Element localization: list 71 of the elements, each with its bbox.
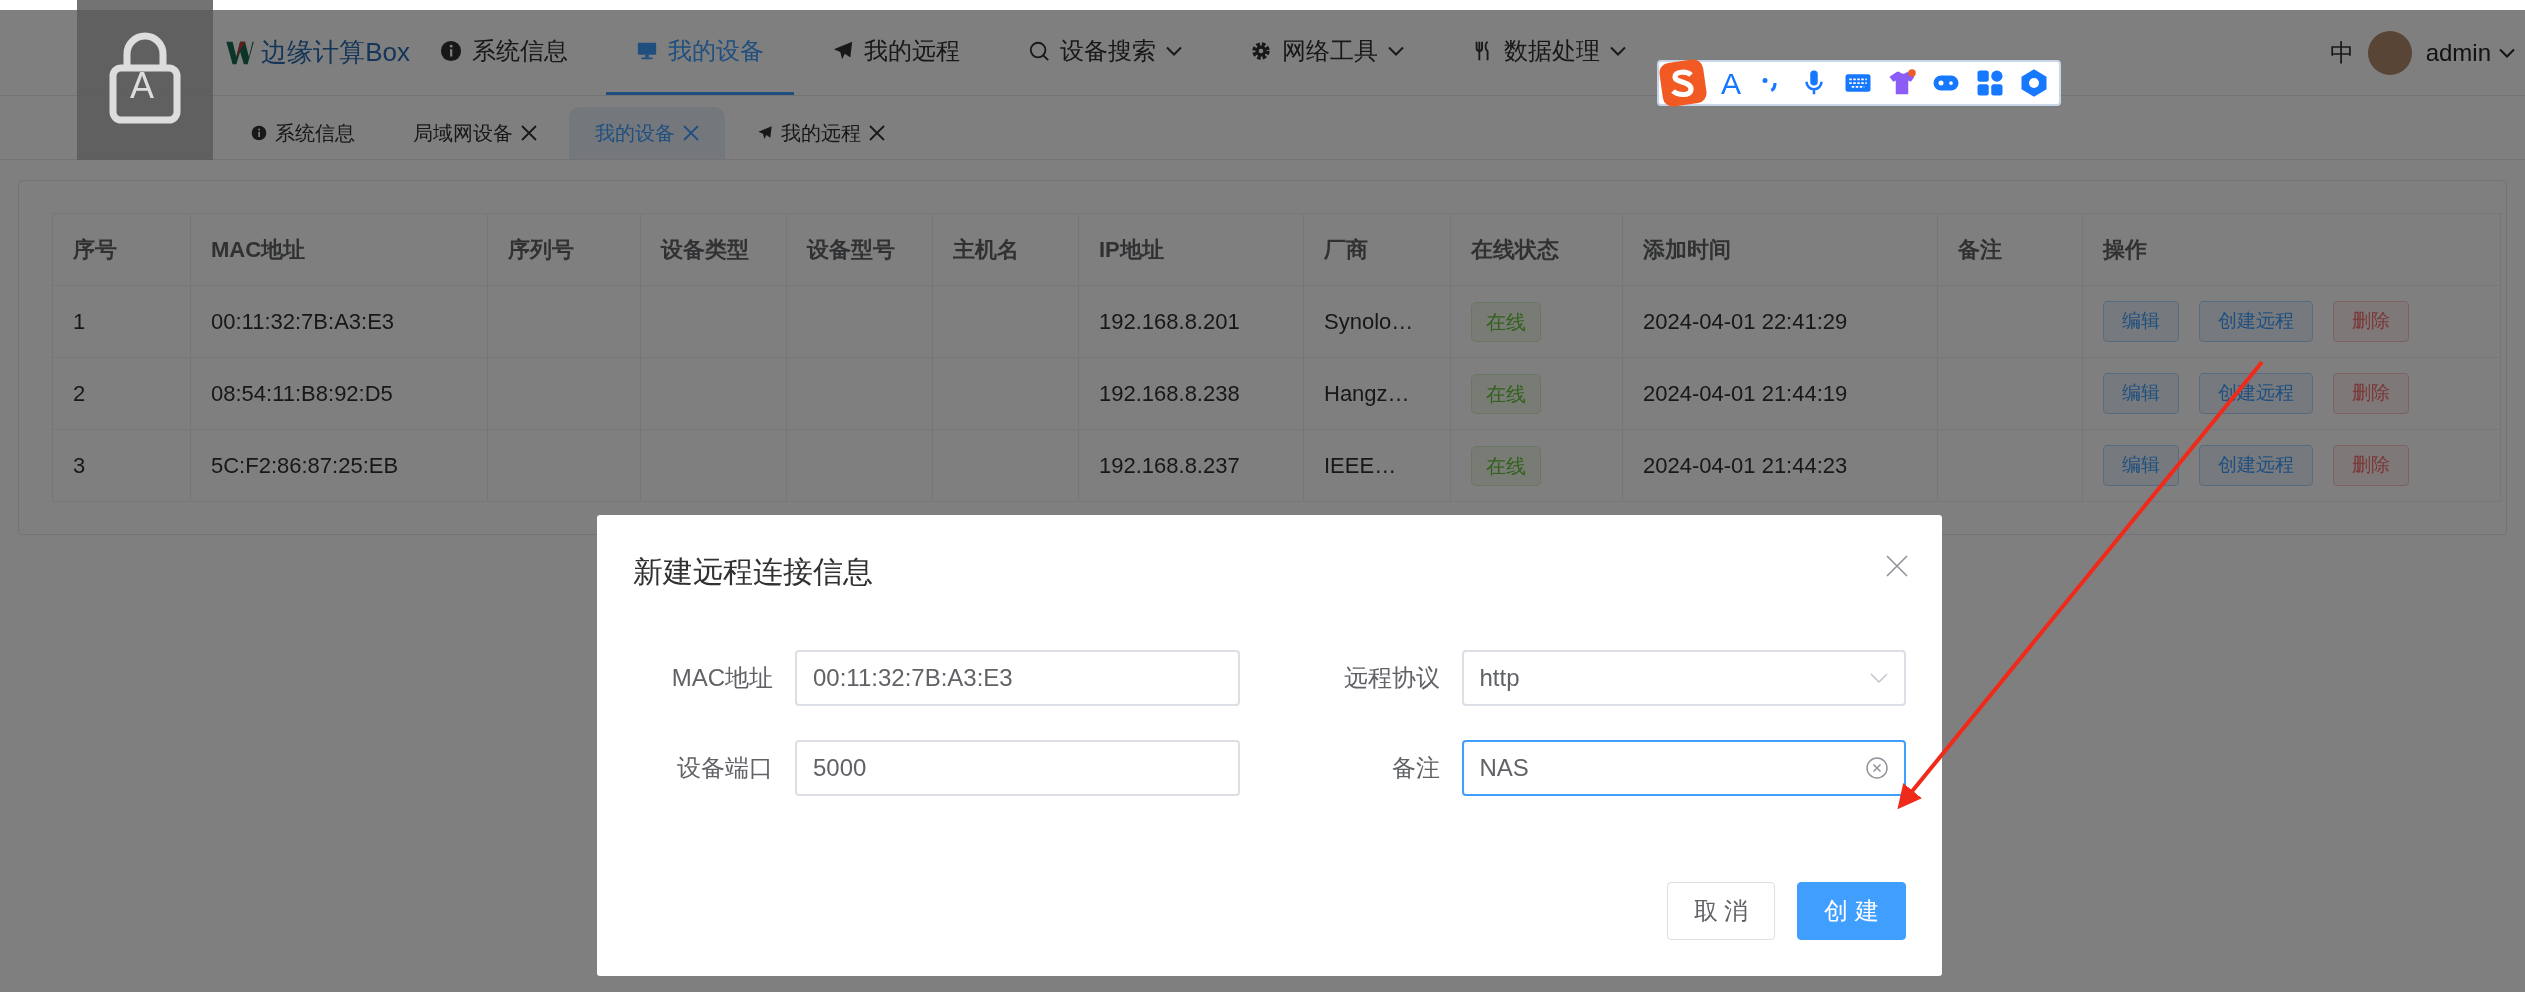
tab[interactable]: 系统信息 <box>225 107 381 159</box>
close-icon[interactable] <box>1886 555 1908 577</box>
user-menu[interactable]: admin <box>2425 34 2515 71</box>
table-cell: 1 <box>73 309 86 334</box>
table-cell: 3 <box>73 453 86 478</box>
info-icon <box>251 125 267 141</box>
field-label: 设备端口 <box>676 753 773 783</box>
select-field[interactable]: http <box>1461 650 1906 706</box>
status-tag: 在线 <box>1471 445 1541 486</box>
cancel-button[interactable]: 取 消 <box>1666 882 1776 940</box>
chevron-down-icon <box>1870 673 1888 683</box>
table-cell: 5C:F2:86:87:25:EB <box>211 453 399 478</box>
table-cell: 2 <box>73 381 86 406</box>
table-cell: 192.168.8.201 <box>1099 309 1240 334</box>
nav-item[interactable]: 数据处理 <box>1442 10 1656 95</box>
nav-item[interactable]: 设备搜索 <box>998 10 1212 95</box>
clear-icon[interactable] <box>1866 757 1888 779</box>
table-cell: 2024-04-01 21:44:19 <box>1643 381 1848 406</box>
nav-item[interactable]: 系统信息 <box>410 10 598 95</box>
table-cell: 08:54:11:B8:92:D5 <box>211 381 393 406</box>
column-header: IP地址 <box>1078 213 1304 286</box>
field-label: 备注 <box>1390 753 1440 783</box>
column-header: 在线状态 <box>1450 213 1623 286</box>
column-header: 序号 <box>52 213 191 286</box>
field-label: 远程协议 <box>1342 663 1440 693</box>
close-icon[interactable] <box>521 125 537 141</box>
create-button[interactable]: 创 建 <box>1797 882 1906 940</box>
table-cell: 00:11:32:7B:A3:E3 <box>211 309 395 334</box>
paper-plane-icon <box>757 125 773 141</box>
column-header: 操作 <box>2082 213 2501 286</box>
padlock-icon <box>108 32 182 124</box>
column-header: 添加时间 <box>1622 213 1938 286</box>
apps-grid-icon[interactable] <box>1975 68 2005 98</box>
table-cell: Hangz… <box>1324 381 1410 406</box>
monitor-icon <box>636 40 658 62</box>
status-tag: 在线 <box>1471 301 1541 342</box>
table-cell: 2024-04-01 21:44:23 <box>1643 453 1848 478</box>
table-cell: 192.168.8.238 <box>1099 381 1240 406</box>
input-field[interactable]: 5000 <box>795 740 1240 796</box>
column-header: 备注 <box>1937 213 2083 286</box>
close-icon[interactable] <box>869 125 885 141</box>
nav-item[interactable]: 网络工具 <box>1220 10 1434 95</box>
dialog-title: 新建远程连接信息 <box>633 554 873 590</box>
language-toggle[interactable]: 中 <box>2329 34 2354 71</box>
gear-icon <box>1250 40 1272 62</box>
input-mode-indicator[interactable]: A <box>1721 60 1741 106</box>
column-header: 序列号 <box>487 213 641 286</box>
table-cell: 192.168.8.237 <box>1099 453 1240 478</box>
table-cell: 2024-04-01 22:41:29 <box>1643 309 1848 334</box>
chevron-down-icon <box>2499 47 2515 58</box>
input-field[interactable]: NAS <box>1461 740 1906 796</box>
caps-lock-letter: A <box>130 68 154 104</box>
chevron-down-icon <box>1388 46 1404 56</box>
column-header: MAC地址 <box>190 213 488 286</box>
column-header: 主机名 <box>932 213 1079 286</box>
tab[interactable]: 局域网设备 <box>387 107 563 159</box>
status-tag: 在线 <box>1471 373 1541 414</box>
table-cell: Synolo… <box>1324 309 1414 334</box>
column-header: 设备型号 <box>786 213 933 286</box>
column-header: 厂商 <box>1303 213 1451 286</box>
chevron-down-icon <box>1166 46 1182 56</box>
column-header: 设备类型 <box>640 213 787 286</box>
logo-text: 边缘计算Box <box>261 36 410 69</box>
tab[interactable]: 我的远程 <box>731 107 911 159</box>
input-field[interactable]: 00:11:32:7B:A3:E3 <box>795 650 1240 706</box>
nav-item[interactable]: 我的远程 <box>802 10 990 95</box>
info-icon <box>440 40 462 62</box>
search-icon <box>1028 40 1050 62</box>
table-cell: IEEE… <box>1324 453 1397 478</box>
field-label: MAC地址 <box>670 663 773 693</box>
chevron-down-icon <box>1610 46 1626 56</box>
